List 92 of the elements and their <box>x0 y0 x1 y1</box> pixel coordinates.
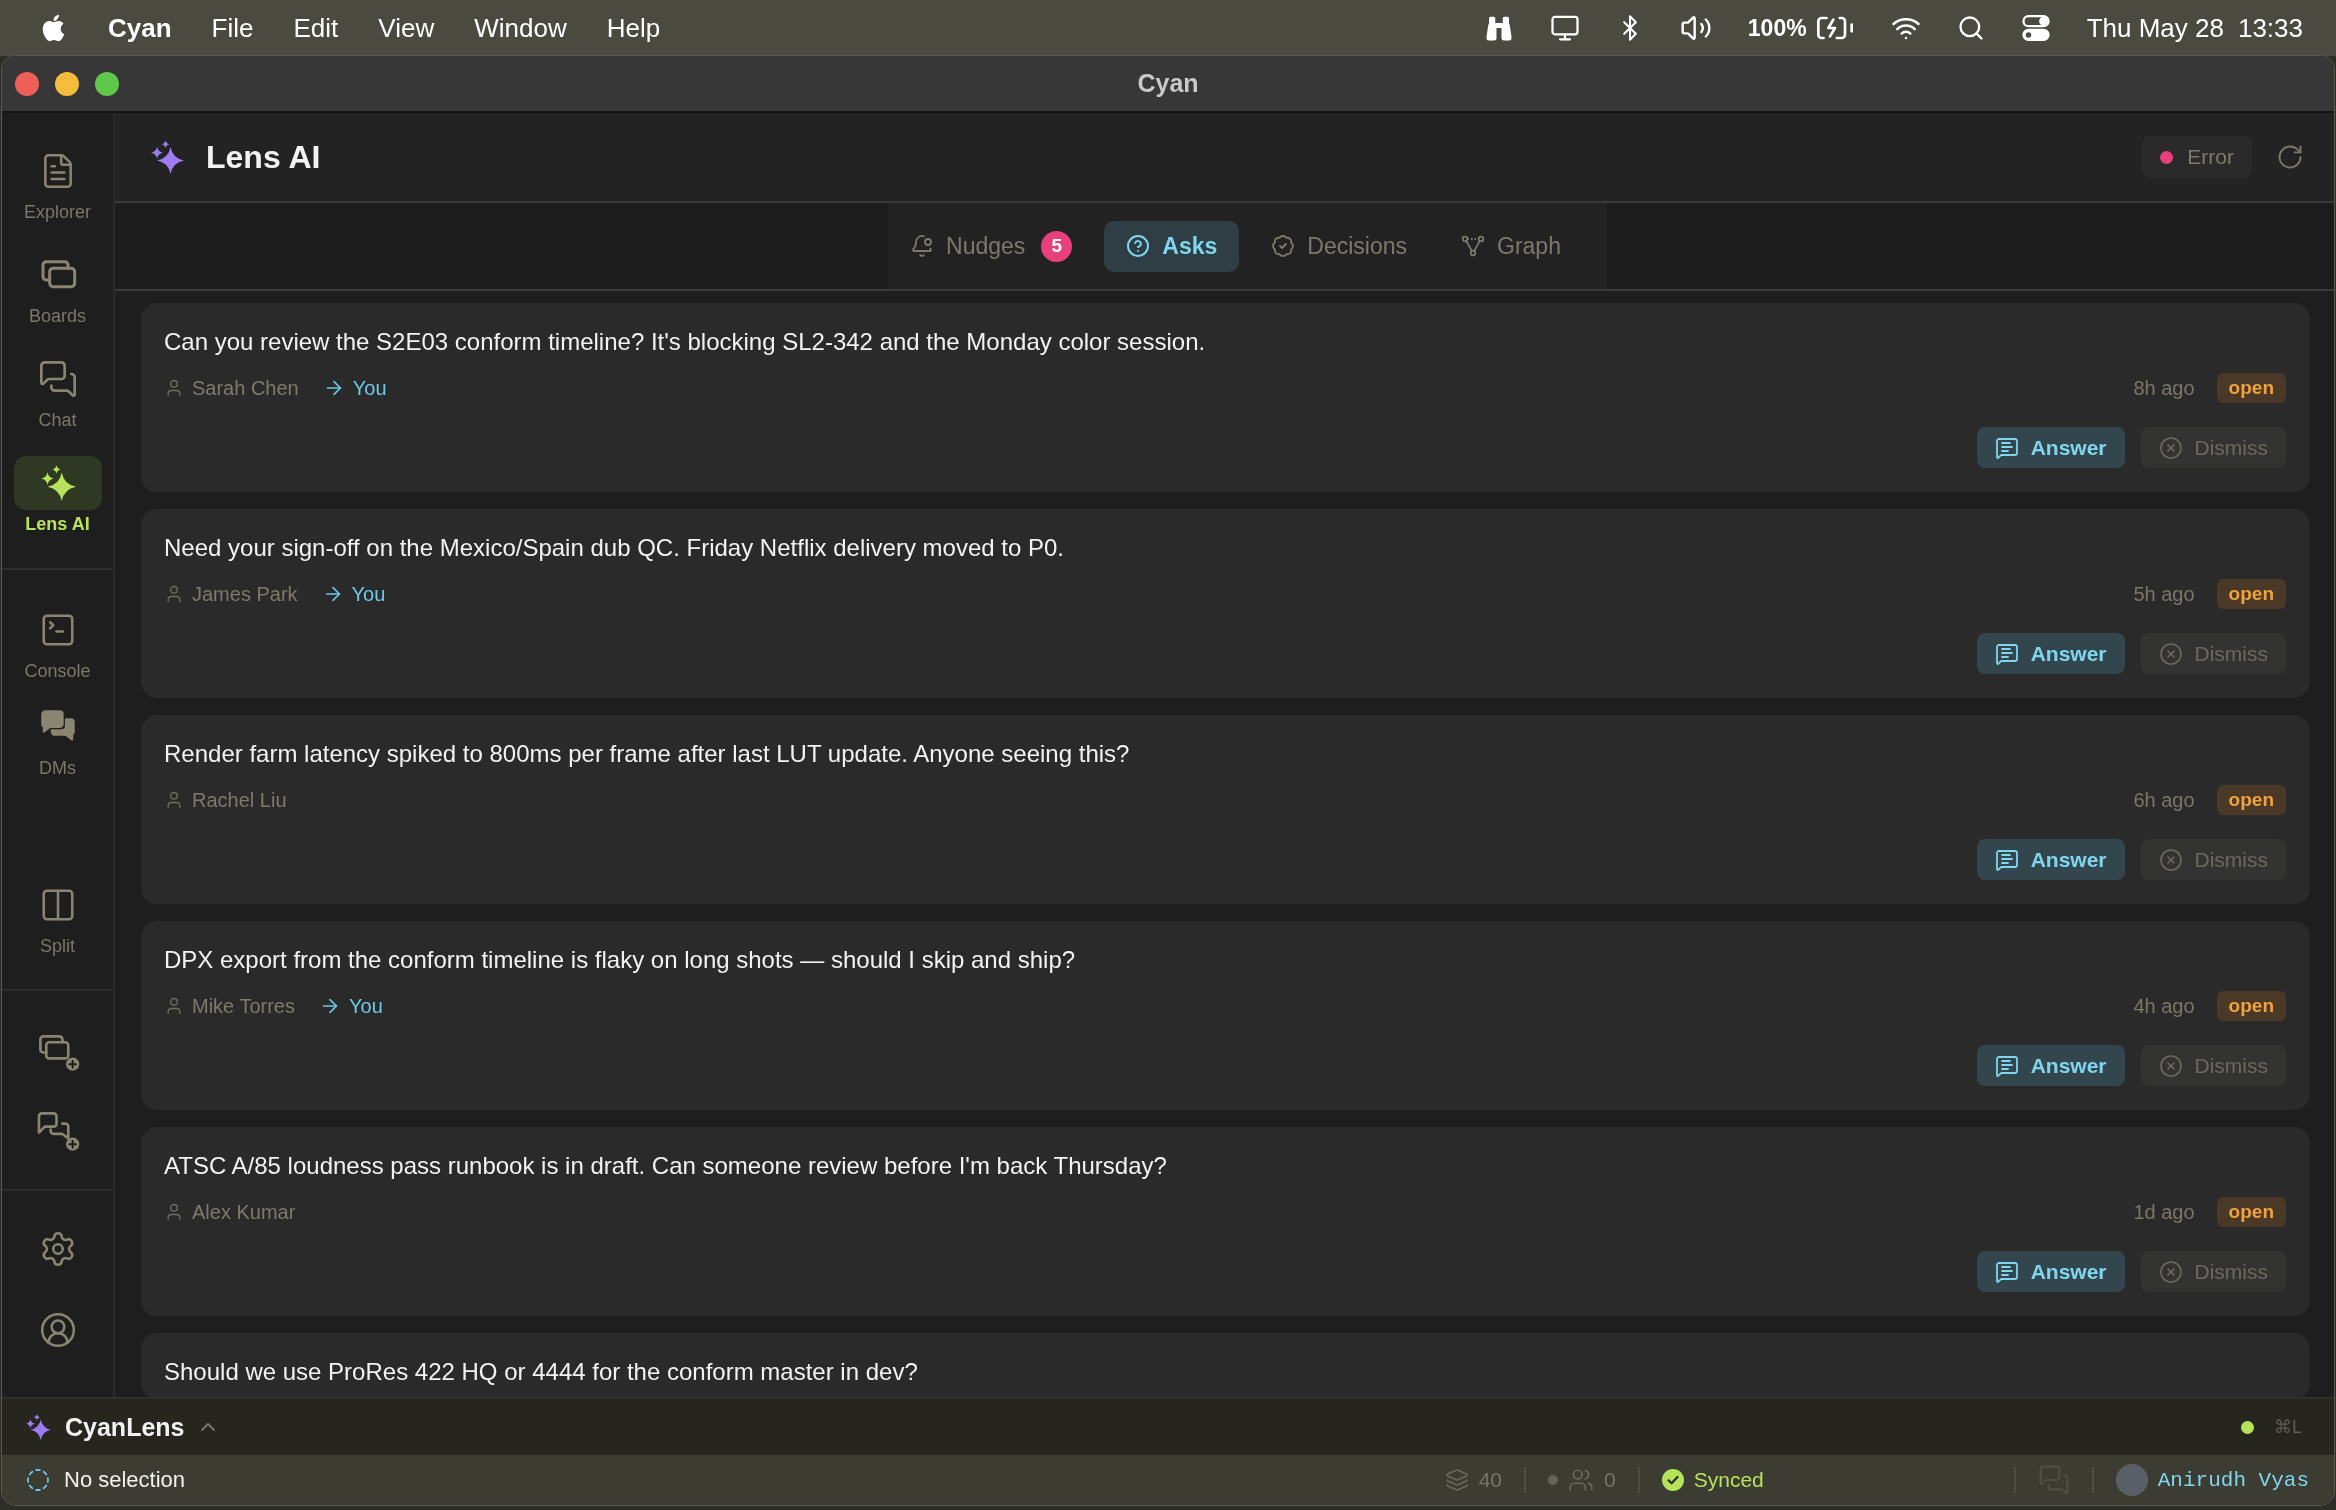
author-name: Alex Kumar <box>192 1200 296 1224</box>
menu-time[interactable]: 13:33 <box>2237 13 2303 43</box>
menu-item[interactable]: Window <box>474 13 567 43</box>
dot-icon <box>1548 1475 1559 1485</box>
menu-item[interactable]: Help <box>606 13 661 43</box>
speech-bubble-icon <box>1994 1053 2019 1078</box>
answer-button[interactable]: Answer <box>1976 1045 2125 1086</box>
status-dot-icon <box>2160 150 2174 164</box>
chat-bubbles-icon <box>37 359 78 399</box>
sparkle-icon <box>39 465 76 501</box>
answer-button[interactable]: Answer <box>1976 633 2125 674</box>
tab[interactable]: Decisions <box>1249 220 1429 272</box>
circle-x-icon <box>2158 847 2183 872</box>
question-text: Should we use ProRes 422 HQ or 4444 for the conform master in dev? <box>164 1357 919 1387</box>
time-ago: 6h ago <box>2133 788 2195 812</box>
bell-icon <box>910 234 935 258</box>
zoom-window-icon[interactable] <box>95 71 119 96</box>
sync-status: Synced <box>1693 1468 1764 1492</box>
layer-count: 40 <box>1478 1468 1503 1492</box>
tab[interactable]: Asks <box>1104 220 1240 272</box>
speech-bubble-icon <box>1994 1259 2019 1284</box>
window-title: Cyan <box>1137 69 1199 98</box>
speech-bubble-icon <box>1994 847 2019 872</box>
author-name: Mike Torres <box>192 994 295 1018</box>
status-badge: open <box>2216 991 2286 1021</box>
count-badge: 5 <box>1041 230 1073 262</box>
answer-button[interactable]: Answer <box>1976 1251 2125 1292</box>
sidebar-item[interactable]: Boards <box>2 248 113 326</box>
check-circle-icon <box>1661 1469 1684 1491</box>
menu-app-name[interactable]: Cyan <box>108 13 172 43</box>
member-count: 0 <box>1604 1468 1616 1492</box>
question-text: Need your sign-off on the Mexico/Spain dub QC. Friday Netflix delivery moved to P0. <box>164 533 1065 563</box>
answer-button[interactable]: Answer <box>1976 427 2125 468</box>
display-icon[interactable] <box>1549 13 1580 43</box>
author-name: James Park <box>192 582 298 606</box>
sparkle-icon <box>150 140 184 174</box>
menu-item[interactable]: File <box>211 13 254 43</box>
answer-button[interactable]: Answer <box>1976 839 2125 880</box>
sidebar-item[interactable]: Explorer <box>2 144 113 222</box>
battery-percent: 100% <box>1747 14 1807 43</box>
panel-title[interactable]: CyanLens <box>65 1412 185 1442</box>
circle-x-icon <box>2158 1053 2183 1078</box>
user-name[interactable]: Anirudh Vyas <box>2157 1468 2309 1492</box>
search-icon[interactable] <box>1956 14 1985 42</box>
toggles-icon[interactable] <box>2020 13 2051 43</box>
tab[interactable]: Nudges 5 <box>888 220 1095 272</box>
close-window-icon[interactable] <box>15 71 39 96</box>
question-text: Render farm latency spiked to 800ms per frame after last LUT update. Anyone seeing this? <box>164 739 1131 769</box>
status-badge: open <box>2216 1197 2286 1227</box>
sidebar-item[interactable]: Chat <box>2 352 113 430</box>
author-name: Sarah Chen <box>192 376 299 400</box>
status-badge: open <box>2216 579 2286 609</box>
graph-nodes-icon <box>1461 234 1485 258</box>
recipient-name: You <box>351 582 386 606</box>
speech-bubble-icon <box>1994 435 2019 460</box>
circle-x-icon <box>2158 435 2183 460</box>
status-label: Error <box>2187 145 2234 169</box>
sidebar-item[interactable]: DMs <box>2 700 113 778</box>
question-circle-icon <box>1126 234 1151 258</box>
status-badge: open <box>2216 373 2286 403</box>
time-ago: 5h ago <box>2133 582 2195 606</box>
layers-icon <box>1444 1468 1469 1492</box>
circle-x-icon <box>2158 1259 2183 1284</box>
account-icon[interactable] <box>38 1311 77 1349</box>
shortcut-hint: ⌘L <box>2274 1416 2302 1438</box>
people-icon <box>1568 1467 1595 1493</box>
status-badge: open <box>2216 785 2286 815</box>
time-ago: 1d ago <box>2133 1200 2195 1224</box>
author-name: Rachel Liu <box>192 788 287 812</box>
time-ago: 8h ago <box>2133 376 2195 400</box>
menu-date[interactable]: Thu May 28 <box>2086 13 2224 43</box>
chat-plus-icon[interactable] <box>35 1109 80 1153</box>
badge-check-icon <box>1271 234 1296 258</box>
question-text: DPX export from the conform timeline is flaky on long shots — should I skip and ship? <box>164 945 1077 975</box>
question-text: ATSC A/85 loudness pass runbook is in draft. Can someone review before I'm back Thursday? <box>164 1151 1168 1181</box>
sidebar-item[interactable]: Split <box>2 878 113 956</box>
selection-status: No selection <box>64 1467 186 1493</box>
speech-bubble-icon <box>1994 641 2019 666</box>
menu-item[interactable]: Edit <box>293 13 339 43</box>
refresh-icon[interactable] <box>2276 143 2304 171</box>
dashed-circle-icon <box>26 1468 50 1492</box>
page-title: Lens AI <box>206 138 321 176</box>
minimize-window-icon[interactable] <box>55 71 79 96</box>
circle-x-icon <box>2158 641 2183 666</box>
tab[interactable]: Graph <box>1439 220 1583 272</box>
recipient-name: You <box>349 994 383 1018</box>
recipient-name: You <box>352 376 387 400</box>
sparkle-icon <box>25 1414 51 1440</box>
question-text: Can you review the S2E03 conform timeline? It's blocking SL2-342 and the Monday color session. <box>164 327 1207 357</box>
menu-item[interactable]: View <box>378 13 435 43</box>
sidebar-item[interactable]: Console <box>2 603 113 681</box>
time-ago: 4h ago <box>2133 994 2195 1018</box>
